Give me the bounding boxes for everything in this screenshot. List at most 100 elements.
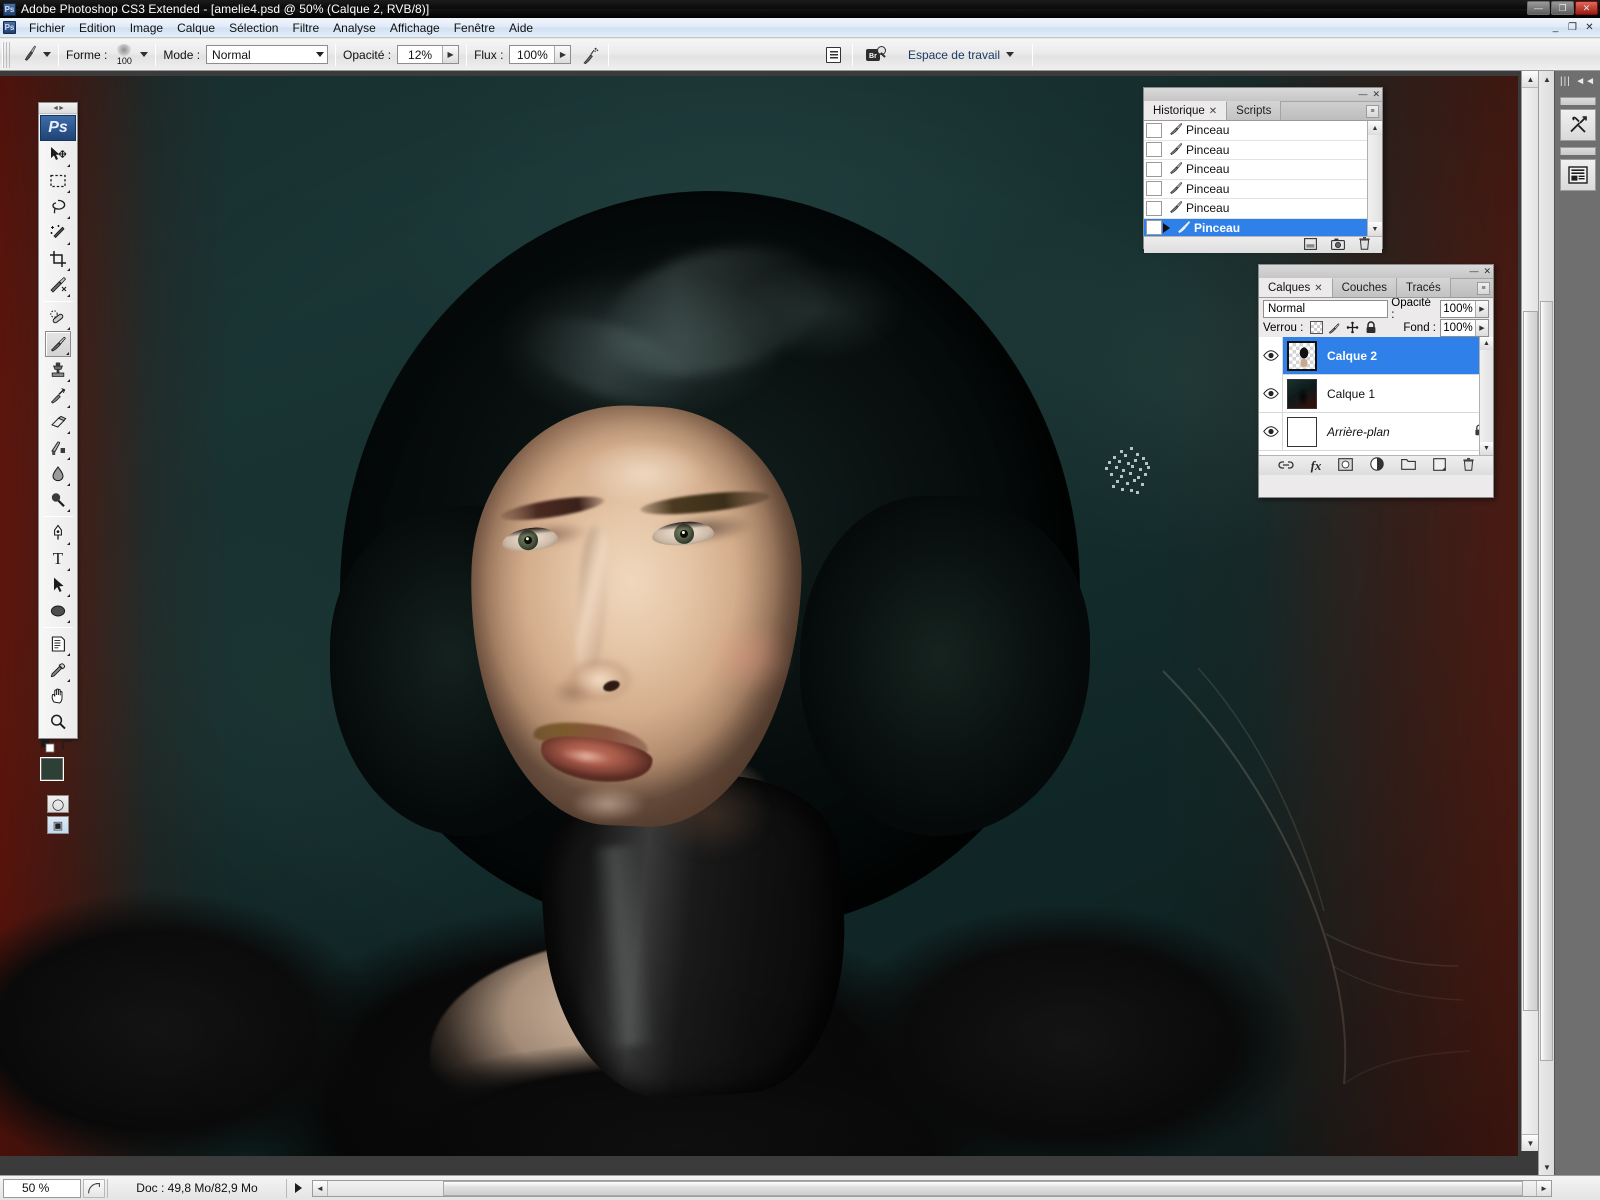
scroll-up-arrow-icon[interactable]: ▲ xyxy=(1522,71,1539,88)
layer-fill-input[interactable]: 100% ▶ xyxy=(1440,318,1489,337)
history-panel-titlebar[interactable]: — ✕ xyxy=(1144,88,1382,102)
dock-grip-icon[interactable]: ||| xyxy=(1560,76,1571,87)
history-scrollbar[interactable]: ▲ ▼ xyxy=(1367,121,1382,236)
tab-couches[interactable]: Couches xyxy=(1332,278,1397,297)
layer-visibility-toggle[interactable] xyxy=(1259,374,1283,413)
brush-preset-picker[interactable]: 100 xyxy=(113,43,135,66)
history-snapshot-checkbox[interactable] xyxy=(1146,161,1162,177)
opacity-slider-arrow-icon[interactable]: ▶ xyxy=(442,46,459,63)
lock-all-button[interactable] xyxy=(1364,321,1377,334)
quick-mask-mode-button[interactable]: ◯ xyxy=(47,795,69,813)
layer-visibility-toggle[interactable] xyxy=(1259,412,1283,451)
close-icon[interactable]: ✕ xyxy=(1209,106,1217,117)
layer-mask-button[interactable] xyxy=(1338,457,1354,474)
history-state-row[interactable]: Pinceau xyxy=(1144,121,1382,141)
bridge-button[interactable]: Br xyxy=(865,46,886,63)
ellipse-shape-tool[interactable] xyxy=(45,598,71,624)
toggle-palettes-button[interactable] xyxy=(823,45,845,65)
new-layer-button[interactable] xyxy=(1433,457,1447,474)
horizontal-scroll-thumb[interactable] xyxy=(443,1180,1523,1196)
layers-scroll-down-icon[interactable]: ▼ xyxy=(1480,442,1493,455)
menu-filtre[interactable]: Filtre xyxy=(285,19,326,37)
layer-name[interactable]: Calque 1 xyxy=(1321,387,1493,401)
foreground-color-swatch[interactable] xyxy=(41,758,63,780)
healing-brush-tool[interactable] xyxy=(45,305,71,331)
active-tool-preset-picker[interactable] xyxy=(22,44,51,65)
minimize-button[interactable]: — xyxy=(1527,1,1550,15)
layer-name[interactable]: Calque 2 xyxy=(1321,349,1493,363)
crop-tool[interactable] xyxy=(45,246,71,272)
history-scroll-down-icon[interactable]: ▼ xyxy=(1368,222,1382,236)
tab-traces[interactable]: Tracés xyxy=(1396,278,1451,297)
dock-scroll-thumb[interactable] xyxy=(1540,301,1553,1061)
history-panel-close-button[interactable]: ✕ xyxy=(1372,88,1380,101)
rectangular-marquee-tool[interactable] xyxy=(45,168,71,194)
dock-scroll-down-icon[interactable]: ▼ xyxy=(1539,1159,1555,1175)
history-state-row[interactable]: Pinceau xyxy=(1144,199,1382,219)
history-panel-minimize-button[interactable]: — xyxy=(1358,88,1367,101)
menu-affichage[interactable]: Affichage xyxy=(383,19,447,37)
menu-calque[interactable]: Calque xyxy=(170,19,222,37)
brush-tool[interactable] xyxy=(45,331,71,357)
type-tool[interactable]: T xyxy=(45,546,71,572)
dodge-tool[interactable] xyxy=(45,487,71,513)
history-scroll-up-icon[interactable]: ▲ xyxy=(1368,121,1382,135)
create-new-snapshot-button[interactable] xyxy=(1331,238,1345,253)
screen-mode-button[interactable]: ▣ xyxy=(47,816,69,834)
layers-scroll-up-icon[interactable]: ▲ xyxy=(1480,337,1493,350)
history-snapshot-checkbox[interactable] xyxy=(1146,181,1162,197)
collapse-dock-icon[interactable]: ◄◄ xyxy=(1575,76,1595,87)
notes-tool[interactable] xyxy=(45,631,71,657)
layer-row-calque-2[interactable]: Calque 2 xyxy=(1259,337,1493,375)
layers-panel-menu-button[interactable]: ≡ xyxy=(1477,282,1490,295)
airbrush-icon[interactable] xyxy=(578,43,603,66)
menu-edition[interactable]: Edition xyxy=(72,19,123,37)
document-icon[interactable]: Ps xyxy=(3,21,16,34)
zoom-level-input[interactable]: 50 % xyxy=(3,1178,81,1198)
toolbox-grip[interactable]: ◄► xyxy=(39,103,77,114)
history-snapshot-checkbox[interactable] xyxy=(1146,200,1162,216)
layer-blend-mode-select[interactable]: Normal xyxy=(1263,300,1389,318)
maximize-button[interactable]: ❐ xyxy=(1551,1,1574,15)
layer-style-button[interactable]: fx xyxy=(1311,458,1322,474)
vertical-scroll-thumb[interactable] xyxy=(1523,311,1538,1011)
delete-state-button[interactable] xyxy=(1359,237,1370,253)
brush-picker-chevron-down-icon[interactable] xyxy=(140,52,149,57)
lock-image-button[interactable] xyxy=(1328,321,1341,334)
lock-transparency-button[interactable] xyxy=(1310,321,1324,334)
flow-input[interactable]: 100% ▶ xyxy=(509,45,572,64)
layer-opacity-arrow-icon[interactable]: ▶ xyxy=(1475,301,1488,317)
new-group-button[interactable] xyxy=(1401,458,1417,473)
link-layers-button[interactable] xyxy=(1278,459,1294,473)
blur-tool[interactable] xyxy=(45,461,71,487)
document-close-button[interactable]: ✕ xyxy=(1582,20,1597,34)
history-state-row[interactable]: Pinceau xyxy=(1144,180,1382,199)
menu-aide[interactable]: Aide xyxy=(502,19,540,37)
default-colors-icon[interactable] xyxy=(41,739,55,756)
tab-scripts[interactable]: Scripts xyxy=(1227,101,1282,120)
blend-mode-select[interactable]: Normal xyxy=(206,45,329,64)
menu-analyse[interactable]: Analyse xyxy=(326,19,383,37)
scroll-left-arrow-icon[interactable]: ◄ xyxy=(313,1180,328,1196)
dock-collapse-strip[interactable]: ▲ ▼ xyxy=(1538,71,1554,1175)
menu-fichier[interactable]: Fichier xyxy=(22,19,72,37)
layer-opacity-input[interactable]: 100% ▶ xyxy=(1440,300,1489,318)
history-snapshot-checkbox[interactable] xyxy=(1146,220,1162,236)
tool-presets-button[interactable] xyxy=(1559,109,1596,141)
status-menu-arrow-icon[interactable] xyxy=(295,1183,302,1193)
options-bar-grip[interactable] xyxy=(2,41,12,68)
layer-fill-arrow-icon[interactable]: ▶ xyxy=(1475,319,1488,336)
layer-list[interactable]: Calque 2 Calque 1 Arrière-plan ▲ ▼ xyxy=(1259,337,1493,455)
dock-scroll-up-icon[interactable]: ▲ xyxy=(1539,71,1555,87)
history-panel-menu-button[interactable]: ≡ xyxy=(1366,105,1379,118)
swap-colors-icon[interactable] xyxy=(61,739,75,756)
layer-row-arriere-plan[interactable]: Arrière-plan xyxy=(1259,412,1493,451)
document-restore-button[interactable]: ❐ xyxy=(1565,20,1580,34)
history-brush-tool[interactable] xyxy=(45,383,71,409)
history-state-row-selected[interactable]: Pinceau xyxy=(1144,218,1382,236)
gradient-tool[interactable] xyxy=(45,435,71,461)
opacity-input[interactable]: 12% ▶ xyxy=(397,45,460,64)
lock-position-button[interactable] xyxy=(1346,321,1359,334)
close-button[interactable]: ✕ xyxy=(1575,1,1598,15)
canvas-horizontal-scrollbar[interactable]: ◄ ► xyxy=(312,1179,1552,1197)
